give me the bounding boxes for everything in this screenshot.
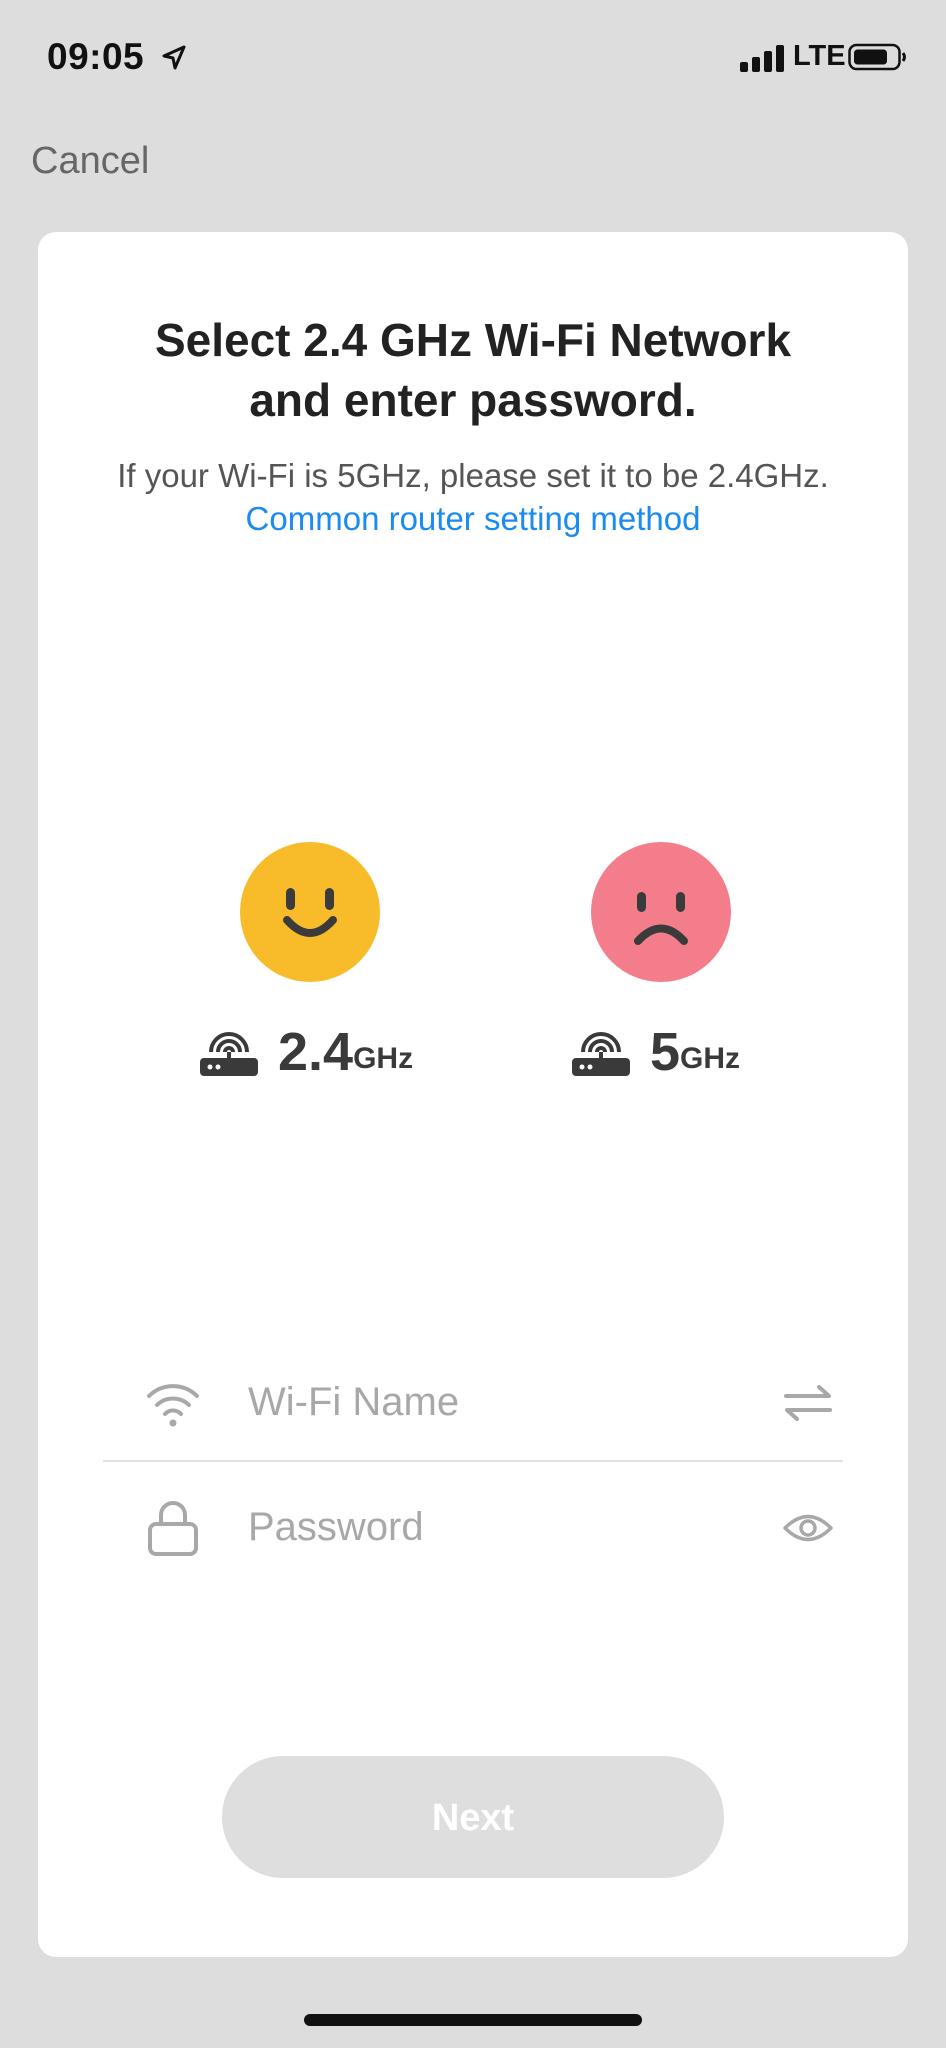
instructions-prefix: If your Wi-Fi is 5GHz, please set it to …	[117, 457, 829, 494]
band-unit: GHz	[680, 1042, 741, 1075]
eye-icon[interactable]	[783, 1505, 833, 1551]
status-bar: 09:05 LTE	[0, 0, 946, 120]
network-type: LTE	[793, 40, 846, 72]
cancel-button[interactable]: Cancel	[31, 140, 149, 183]
band-number: 5	[650, 1022, 681, 1082]
router-icon	[200, 1032, 258, 1076]
next-button[interactable]: Next	[222, 1756, 724, 1878]
instructions-text: If your Wi-Fi is 5GHz, please set it to …	[98, 454, 848, 540]
band-unit: GHz	[353, 1042, 414, 1075]
wifi-name-row	[103, 1350, 843, 1462]
router-icon	[572, 1032, 630, 1076]
router-setting-link[interactable]: Common router setting method	[246, 500, 701, 537]
wifi-name-input[interactable]	[248, 1370, 728, 1434]
lock-icon	[148, 1501, 198, 1556]
wifi-icon	[147, 1384, 199, 1427]
password-input[interactable]	[248, 1495, 728, 1559]
band-5ghz-label: 5 GHz	[570, 1017, 740, 1087]
status-time: 09:05	[47, 36, 145, 77]
password-row	[103, 1475, 843, 1585]
location-arrow-icon	[162, 45, 186, 70]
switch-network-icon[interactable]	[783, 1380, 833, 1426]
battery-icon	[848, 43, 906, 71]
sad-face-icon	[591, 842, 731, 982]
happy-face-icon	[240, 842, 380, 982]
cellular-signal-icon	[740, 45, 784, 72]
home-indicator	[304, 2014, 642, 2026]
band-2-4ghz-label: 2.4 GHz	[198, 1017, 413, 1087]
band-number: 2.4	[278, 1022, 354, 1082]
page-title: Select 2.4 GHz Wi-Fi Network and enter p…	[154, 314, 792, 426]
wifi-setup-card: Select 2.4 GHz Wi-Fi Network and enter p…	[38, 232, 908, 1957]
